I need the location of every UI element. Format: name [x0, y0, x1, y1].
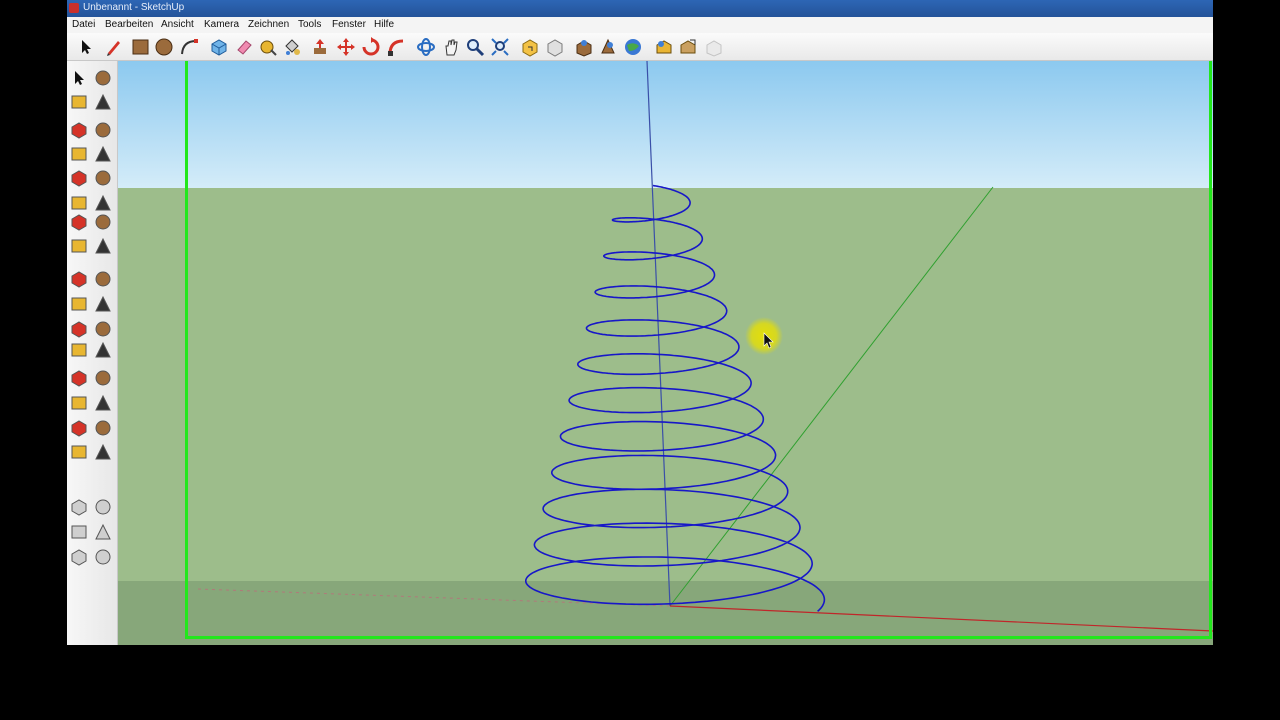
push-pull-icon[interactable]	[310, 37, 330, 57]
make-component-icon[interactable]	[93, 68, 113, 88]
get-models-icon[interactable]	[520, 37, 540, 57]
scale-icon[interactable]	[69, 236, 89, 256]
union-icon	[69, 522, 89, 542]
position-camera-icon[interactable]	[69, 418, 89, 438]
rectangle-icon[interactable]	[69, 120, 89, 140]
arc-icon[interactable]	[93, 144, 113, 164]
share-model-icon[interactable]	[545, 37, 565, 57]
zoom-window-icon[interactable]	[93, 368, 113, 388]
menu-kamera[interactable]: Kamera	[204, 19, 239, 30]
paint-bucket-icon[interactable]	[282, 37, 302, 57]
move-icon[interactable]	[336, 37, 356, 57]
menu-fenster[interactable]: Fenster	[332, 19, 366, 30]
menu-ansicht[interactable]: Ansicht	[161, 19, 194, 30]
disabled-model-icon	[704, 37, 724, 57]
menu-datei[interactable]: Datei	[72, 19, 95, 30]
google-earth-icon[interactable]	[574, 37, 594, 57]
move-icon[interactable]	[69, 193, 89, 213]
select-icon[interactable]	[76, 37, 96, 57]
rotate-icon[interactable]	[69, 212, 89, 232]
axes-icon[interactable]	[69, 319, 89, 339]
protractor-icon[interactable]	[69, 294, 89, 314]
arc-icon[interactable]	[179, 37, 199, 57]
scene-canvas[interactable]	[118, 61, 1213, 645]
eraser-icon[interactable]	[93, 92, 113, 112]
pan-icon[interactable]	[441, 37, 461, 57]
follow-me-icon[interactable]	[386, 37, 406, 57]
rectangle-icon[interactable]	[130, 37, 150, 57]
look-around-icon[interactable]	[93, 418, 113, 438]
menu-tools[interactable]: Tools	[298, 19, 321, 30]
sketchup-window: Unbenannt - SketchUp Datei Bearbeiten An…	[67, 0, 1213, 645]
window-title: Unbenannt - SketchUp	[83, 2, 185, 13]
3d-viewport[interactable]	[118, 61, 1213, 645]
pan-icon[interactable]	[93, 340, 113, 360]
place-model-icon[interactable]	[623, 37, 643, 57]
select-icon[interactable]	[69, 68, 89, 88]
orbit-icon[interactable]	[416, 37, 436, 57]
trim-icon	[69, 547, 89, 567]
make-component-icon[interactable]	[209, 37, 229, 57]
menu-zeichnen[interactable]: Zeichnen	[248, 19, 289, 30]
subtract-icon	[93, 522, 113, 542]
earth-view-icon[interactable]	[598, 37, 618, 57]
paint-bucket-icon[interactable]	[69, 92, 89, 112]
export-icon[interactable]	[678, 37, 698, 57]
menu-bar: Datei Bearbeiten Ansicht Kamera Zeichnen…	[67, 17, 1213, 33]
main-toolbar	[67, 33, 1213, 61]
sketchup-app-icon	[69, 3, 79, 13]
zoom-icon[interactable]	[69, 368, 89, 388]
section-plane-icon[interactable]	[93, 442, 113, 462]
menu-hilfe[interactable]: Hilfe	[374, 19, 394, 30]
freehand-icon[interactable]	[93, 168, 113, 188]
tape-measure-icon[interactable]	[69, 269, 89, 289]
pencil-icon[interactable]	[104, 37, 124, 57]
layers-icon	[69, 497, 89, 517]
menu-bearbeiten[interactable]: Bearbeiten	[105, 19, 153, 30]
pencil-icon[interactable]	[93, 120, 113, 140]
follow-me-icon[interactable]	[93, 212, 113, 232]
offset-icon[interactable]	[93, 236, 113, 256]
zoom-extents-icon[interactable]	[490, 37, 510, 57]
sky	[118, 61, 1213, 188]
3d-text-icon[interactable]	[93, 319, 113, 339]
circle-icon[interactable]	[69, 144, 89, 164]
dimension-icon[interactable]	[93, 269, 113, 289]
title-bar: Unbenannt - SketchUp	[67, 0, 1213, 17]
circle-icon[interactable]	[154, 37, 174, 57]
walk-icon[interactable]	[69, 442, 89, 462]
warehouse-icon[interactable]	[654, 37, 674, 57]
split-icon	[93, 547, 113, 567]
polygon-icon[interactable]	[69, 168, 89, 188]
eraser-icon[interactable]	[234, 37, 254, 57]
push-pull-icon[interactable]	[93, 193, 113, 213]
text-icon[interactable]	[93, 294, 113, 314]
intersect-icon	[93, 497, 113, 517]
rotate-icon[interactable]	[361, 37, 381, 57]
tape-measure-icon[interactable]	[258, 37, 278, 57]
orbit-icon[interactable]	[69, 340, 89, 360]
side-toolbar	[67, 61, 118, 645]
zoom-icon[interactable]	[465, 37, 485, 57]
zoom-extents-icon[interactable]	[93, 393, 113, 413]
ground-shadow-band	[118, 581, 1213, 645]
previous-view-icon[interactable]	[69, 393, 89, 413]
